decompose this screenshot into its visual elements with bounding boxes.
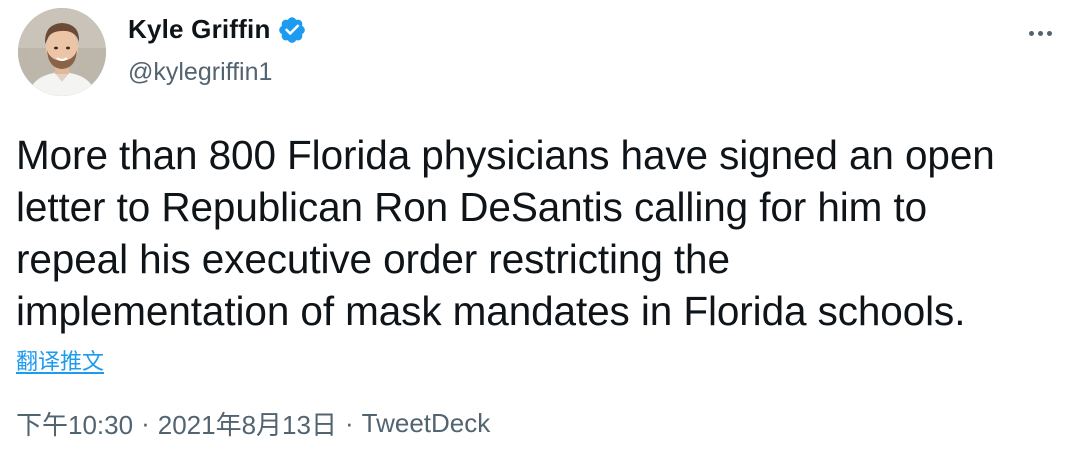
meta-separator: ·: [141, 408, 150, 438]
more-dot-icon: [1028, 30, 1034, 36]
author-name-row: Kyle Griffin: [128, 14, 307, 45]
verified-badge-icon: [277, 15, 307, 45]
tweet-time[interactable]: 下午10:30: [16, 405, 133, 442]
more-options-icon[interactable]: [1020, 18, 1060, 48]
avatar-photo: [18, 8, 106, 96]
avatar[interactable]: [18, 8, 106, 96]
more-dot-icon: [1046, 30, 1052, 36]
tweet-meta: 下午10:30 · 2021年8月13日 · TweetDeck: [16, 405, 490, 442]
translate-tweet-link[interactable]: 翻译推文: [16, 344, 104, 376]
tweet-source[interactable]: TweetDeck: [362, 408, 491, 439]
author-handle[interactable]: @kylegriffin1: [128, 58, 272, 87]
tweet-text: More than 800 Florida physicians have si…: [16, 132, 995, 334]
more-dot-icon: [1037, 30, 1043, 36]
meta-separator: ·: [344, 408, 354, 438]
author-display-name[interactable]: Kyle Griffin: [128, 14, 271, 45]
tweet-date[interactable]: 2021年8月13日: [158, 405, 337, 442]
